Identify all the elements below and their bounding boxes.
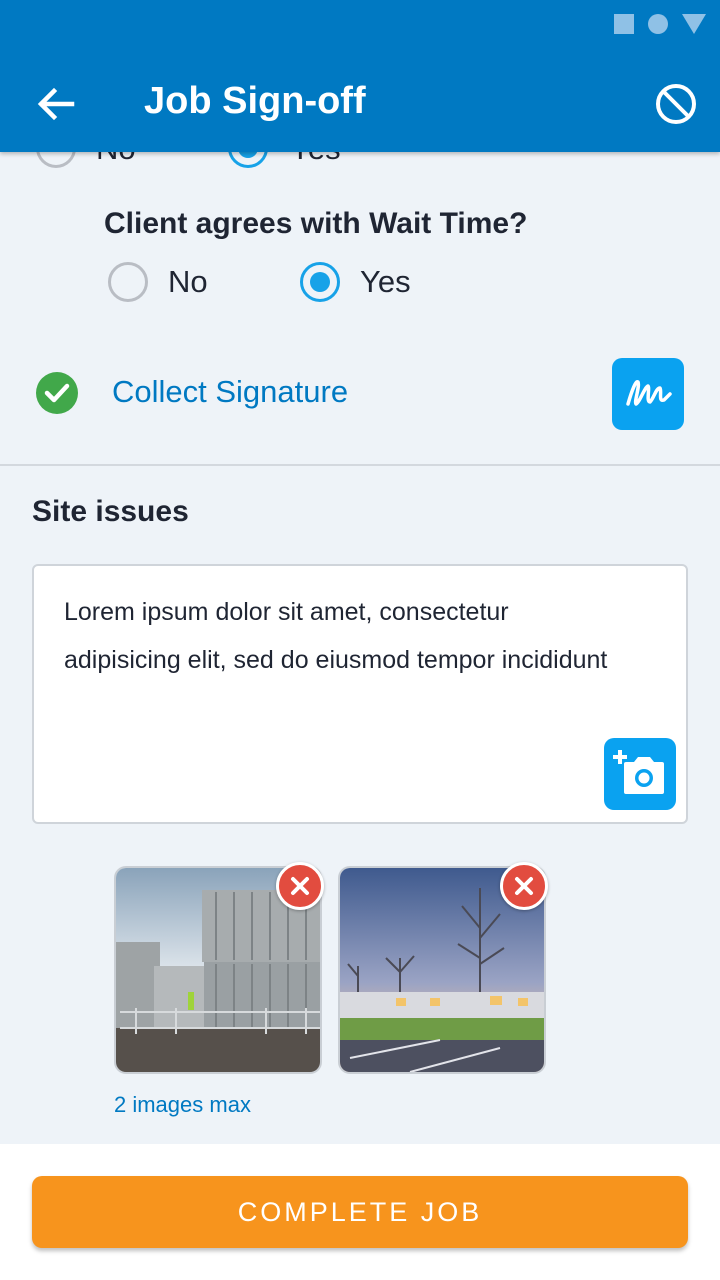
status-bar-icons <box>614 14 706 34</box>
signature-button[interactable] <box>612 358 684 430</box>
complete-job-button[interactable]: COMPLETE JOB <box>32 1176 688 1248</box>
add-photo-icon <box>613 750 664 794</box>
radio-wait-time-no-label: No <box>168 264 208 299</box>
remove-image-2-button[interactable] <box>500 862 548 910</box>
remove-image-1-button[interactable] <box>276 862 324 910</box>
block-icon <box>656 84 696 124</box>
site-issues-textarea[interactable]: Lorem ipsum dolor sit amet, consectetur … <box>32 564 688 824</box>
site-issues-text: Lorem ipsum dolor sit amet, consectetur … <box>64 598 608 674</box>
footer: COMPLETE JOB <box>0 1144 720 1280</box>
images-max-note: 2 images max <box>114 1092 251 1117</box>
page-title: Job Sign-off <box>144 80 366 122</box>
cancel-job-button[interactable] <box>654 82 698 126</box>
app-bar: Job Sign-off <box>0 0 720 152</box>
triangle-icon <box>682 14 706 34</box>
check-circle-icon <box>36 372 78 414</box>
close-icon <box>515 877 533 895</box>
radio-wait-time-no[interactable] <box>108 262 148 302</box>
section-divider <box>0 464 720 466</box>
back-button[interactable] <box>34 82 78 126</box>
arrow-left-icon <box>37 87 75 121</box>
signature-icon <box>626 380 672 406</box>
add-photo-button[interactable] <box>604 738 676 810</box>
radio-wait-time-yes[interactable] <box>300 262 340 302</box>
wait-time-question: Client agrees with Wait Time? <box>104 207 528 240</box>
radio-wait-time-yes-label: Yes <box>360 264 411 299</box>
collect-signature-link[interactable]: Collect Signature <box>112 374 348 410</box>
site-issues-title: Site issues <box>32 495 189 528</box>
square-icon <box>614 14 634 34</box>
circle-icon <box>648 14 668 34</box>
close-icon <box>291 877 309 895</box>
